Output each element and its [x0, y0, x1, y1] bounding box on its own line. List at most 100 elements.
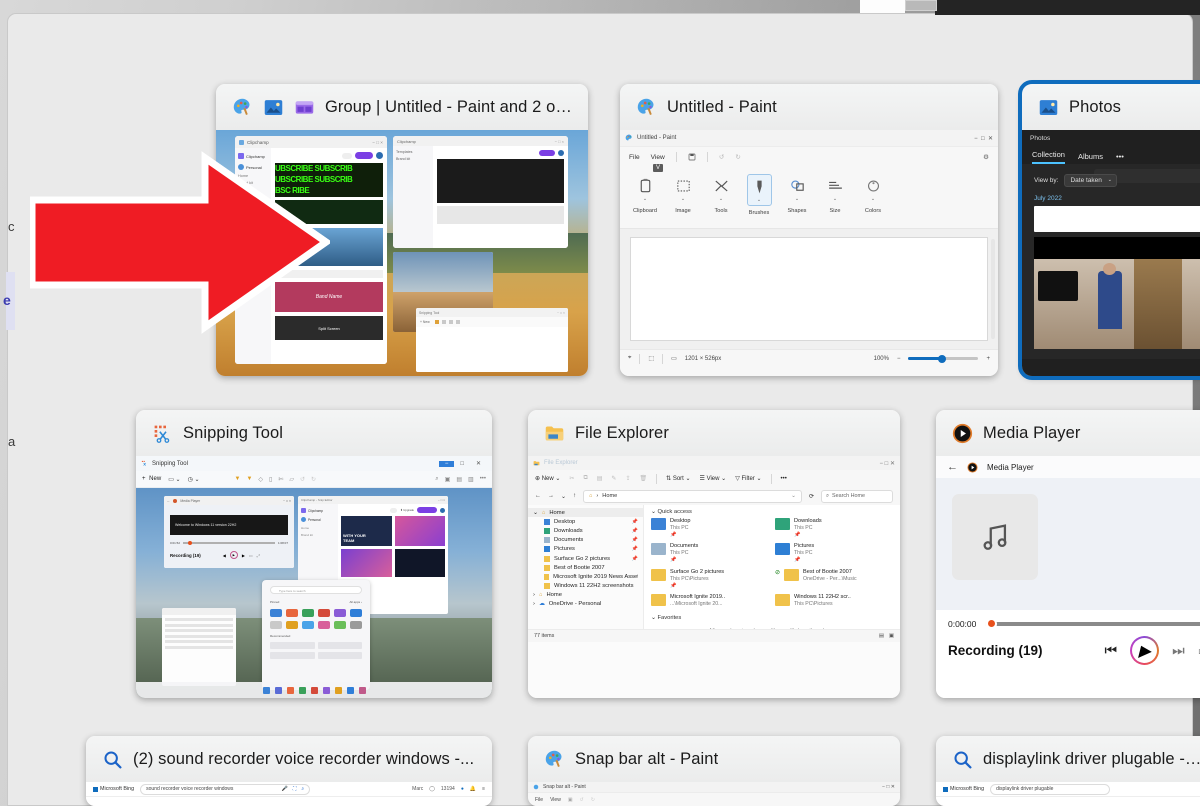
- window-controls[interactable]: − □ ✕: [974, 135, 993, 142]
- snip-mode-dropdown[interactable]: ▭ ⌄: [168, 476, 180, 483]
- large-icons-view-icon[interactable]: ▣: [889, 633, 894, 639]
- photos-window[interactable]: Photos Collection Albums ••• View by: Da…: [1022, 130, 1200, 376]
- sidebar-item-best-of-bootie-2007[interactable]: Best of Bootie 2007: [528, 563, 643, 572]
- task-tile-paint[interactable]: Untitled - Paint Untitled - Paint − □ ✕ …: [620, 84, 998, 376]
- back-icon[interactable]: ←: [947, 461, 958, 473]
- zoom-out-button[interactable]: −: [897, 356, 901, 362]
- media-player-controls[interactable]: Recording (19) ⏮ ▶ ⏭ ▭: [936, 629, 1200, 677]
- search-icon[interactable]: ⌕: [301, 786, 304, 792]
- bing-logo[interactable]: Microsoft Bing: [93, 786, 134, 792]
- previous-track-button[interactable]: ⏮: [1104, 642, 1117, 659]
- top-gray-button[interactable]: [905, 0, 937, 11]
- chevron-down-icon[interactable]: ⌄: [757, 198, 761, 203]
- seek-knob[interactable]: [985, 617, 998, 630]
- task-tile-preview[interactable]: Untitled - Paint − □ ✕ File View ↺ ↻ ⚙ V…: [620, 130, 998, 376]
- chevron-down-icon[interactable]: ⌄: [871, 197, 875, 202]
- copy-icon[interactable]: ▤: [456, 476, 462, 483]
- eraser-icon[interactable]: ◇: [258, 476, 263, 483]
- task-tile-media-player[interactable]: Media Player ← Media Player 0:00:00 Reco…: [936, 410, 1200, 698]
- explorer-sidebar[interactable]: ⌄ ⌂ Home Desktop 📌 Downloads 📌 Documents 📌 Pi…: [528, 505, 644, 629]
- quick-access-item[interactable]: Pictures This PC 📌: [775, 543, 893, 563]
- ribbon-group-brushes[interactable]: ⌄ Brushes: [740, 170, 778, 228]
- paint-menu-file[interactable]: File: [629, 154, 640, 161]
- back-icon[interactable]: ←: [535, 493, 541, 499]
- microphone-icon[interactable]: 🎤: [282, 786, 288, 792]
- task-tile-preview[interactable]: ← Media Player 0:00:00 Recording (19) ⏮ …: [936, 456, 1200, 698]
- chevron-down-icon[interactable]: ⌄: [833, 197, 837, 202]
- new-button[interactable]: ⊕ New ⌄: [535, 475, 560, 482]
- details-view-icon[interactable]: ▤: [879, 633, 884, 639]
- delete-icon[interactable]: 🗑: [639, 475, 647, 482]
- undo-icon[interactable]: ↺: [580, 797, 584, 803]
- bing-logo[interactable]: Microsoft Bing: [943, 786, 984, 792]
- favorites-header[interactable]: ⌄ Favorites: [651, 615, 893, 621]
- sidebar-item-home[interactable]: ⌄ ⌂ Home: [528, 508, 643, 518]
- ruler-icon[interactable]: ▯: [269, 476, 272, 483]
- sidebar-item-pictures[interactable]: Pictures 📌: [528, 545, 643, 554]
- hamburger-icon[interactable]: ≡: [482, 786, 485, 792]
- photos-thumbnail[interactable]: [1034, 237, 1200, 349]
- delay-dropdown[interactable]: ◷ ⌄: [188, 476, 200, 483]
- share-icon[interactable]: ▥: [468, 476, 474, 483]
- seek-track[interactable]: [985, 617, 1200, 630]
- explorer-content[interactable]: ⌄ Quick access Desktop This PC 📌 Downloads…: [644, 505, 900, 629]
- save-icon[interactable]: ▣: [568, 797, 573, 803]
- vertical-scrollbar[interactable]: [991, 239, 995, 339]
- paste-icon[interactable]: ▤: [597, 475, 603, 482]
- task-tile-bing-sound-recorder[interactable]: (2) sound recorder voice recorder window…: [86, 736, 492, 806]
- chevron-down-icon[interactable]: ⌄: [719, 197, 723, 202]
- sidebar-item-microsoft-ignite-2019[interactable]: Microsoft Ignite 2019 News Assets_Un: [528, 572, 643, 581]
- quick-access-item[interactable]: Documents This PC 📌: [651, 543, 769, 563]
- quick-access-item[interactable]: Surface Go 2 pictures This PC\Pictures 📌: [651, 568, 769, 589]
- quick-access-item[interactable]: ⊘ Best of Bootie 2007 OneDrive - Per...\Mu…: [775, 568, 893, 589]
- tab-more[interactable]: •••: [1116, 152, 1124, 164]
- bing-search-input[interactable]: displaylink driver plugable: [990, 783, 1111, 795]
- paint-canvas[interactable]: [630, 237, 988, 341]
- ribbon-group-clipboard[interactable]: ⌄ Clipboard: [626, 170, 664, 228]
- cut-icon[interactable]: ✂: [569, 475, 574, 482]
- sidebar-item-documents[interactable]: Documents 📌: [528, 536, 643, 545]
- copy-icon[interactable]: ⧉: [583, 475, 587, 482]
- notification-icon[interactable]: 🔔: [470, 786, 476, 792]
- chevron-right-icon[interactable]: ›: [533, 601, 535, 607]
- sidebar-item-downloads[interactable]: Downloads 📌: [528, 526, 643, 535]
- settings-icon[interactable]: ⚙: [983, 153, 989, 161]
- shapes-icon[interactable]: ▱: [289, 476, 294, 483]
- tab-albums[interactable]: Albums: [1078, 152, 1103, 164]
- bing-search-input[interactable]: sound recorder voice recorder windows 🎤 ⛶…: [140, 783, 311, 795]
- refresh-icon[interactable]: ⟳: [809, 493, 814, 500]
- view-by-dropdown[interactable]: Date taken ⌄: [1064, 174, 1117, 187]
- address-box[interactable]: ⌂ › Home ⌄: [583, 489, 802, 503]
- sidebar-item-onedrive[interactable]: › ☁ OneDrive - Personal: [528, 600, 643, 609]
- zoom-icon[interactable]: ⌕: [435, 476, 438, 483]
- quick-access-item[interactable]: Microsoft Ignite 2019.. ...\Microsoft Ign…: [651, 594, 769, 608]
- ribbon-group-colors[interactable]: ⌄ Colors: [854, 170, 892, 228]
- zoom-slider[interactable]: [908, 354, 979, 363]
- task-tile-preview[interactable]: Microsoft Bing displaylink driver plugab…: [936, 782, 1200, 806]
- chevron-down-icon[interactable]: ⌄: [791, 493, 796, 499]
- chevron-down-icon[interactable]: ⌄: [643, 197, 647, 202]
- snipping-toolbar[interactable]: + New ▭ ⌄ ◷ ⌄ ▼ ▼ ◇ ▯ ✄ ▱ ↺ ↻ ⌕ ▣ ▤ ▥ ••…: [136, 471, 492, 488]
- chevron-down-icon[interactable]: ⌄: [533, 510, 538, 516]
- view-button[interactable]: ☰ View ⌄: [700, 475, 727, 482]
- task-tile-bing-displaylink[interactable]: displaylink driver plugable - Se Microso…: [936, 736, 1200, 806]
- marker-icon[interactable]: ▼: [246, 476, 252, 482]
- window-controls[interactable]: − □ ✕: [438, 460, 487, 467]
- task-tile-preview[interactable]: Photos Collection Albums ••• View by: Da…: [1022, 130, 1200, 376]
- quick-access-item[interactable]: Windows 11 22H2 scr.. This PC\Pictures: [775, 594, 893, 608]
- photos-tabs[interactable]: Collection Albums •••: [1022, 147, 1200, 164]
- task-tile-preview[interactable]: Snipping Tool − □ ✕ + New ▭ ⌄ ◷ ⌄ ▼ ▼ ◇ …: [136, 456, 492, 698]
- tab-collection[interactable]: Collection: [1032, 150, 1065, 164]
- chevron-down-icon[interactable]: ⌄: [795, 197, 799, 202]
- explorer-toolbar[interactable]: ⊕ New ⌄ ✂ ⧉ ▤ ✎ ⇪ 🗑 ⇅ Sort ⌄ ☰ View ⌄ ▽ …: [528, 470, 900, 487]
- share-icon[interactable]: ⇪: [625, 475, 630, 482]
- paint-menu-view[interactable]: View: [651, 154, 665, 161]
- quick-access-grid[interactable]: Desktop This PC 📌 Downloads This PC 📌 Docume…: [651, 518, 893, 608]
- undo-icon[interactable]: ↺: [300, 476, 305, 483]
- quick-access-item[interactable]: Desktop This PC 📌: [651, 518, 769, 538]
- ribbon-group-shapes[interactable]: ⌄ Shapes: [778, 170, 816, 228]
- sidebar-item-desktop[interactable]: Desktop 📌: [528, 517, 643, 526]
- forward-icon[interactable]: →: [548, 493, 554, 499]
- more-options-icon[interactable]: •••: [480, 476, 486, 483]
- ribbon-group-image[interactable]: ⌄ Image: [664, 170, 702, 228]
